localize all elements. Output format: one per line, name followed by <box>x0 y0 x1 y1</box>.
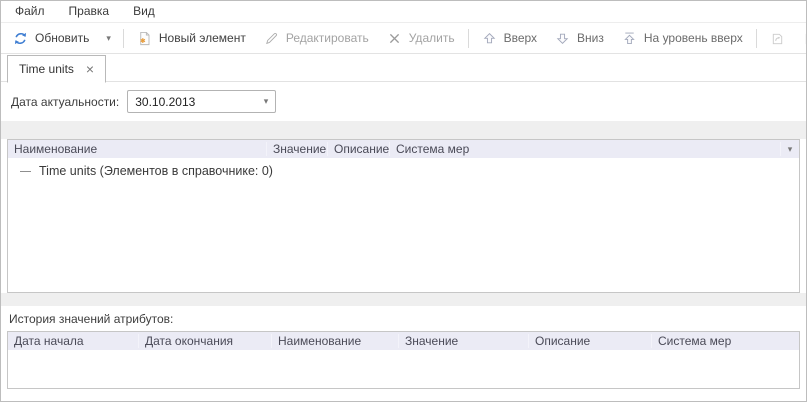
refresh-label: Обновить <box>35 31 89 45</box>
x-icon <box>387 31 402 46</box>
menu-bar: Файл Правка Вид <box>1 1 806 23</box>
tree-row-time-units[interactable]: Time units (Элементов в справочнике: 0) <box>8 158 799 178</box>
refresh-icon <box>13 31 28 46</box>
refresh-button[interactable]: Обновить <box>4 26 98 50</box>
arrow-up-icon <box>482 31 497 46</box>
column-header-measure-system[interactable]: Система мер <box>390 142 781 156</box>
document-arrow-out-icon <box>770 31 785 46</box>
history-grid-header: Дата начала Дата окончания Наименование … <box>8 332 799 350</box>
arrow-up-to-bar-icon <box>622 31 637 46</box>
history-grid-panel: Дата начала Дата окончания Наименование … <box>7 331 800 389</box>
dictionary-grid-header: Наименование Значение Описание Система м… <box>8 140 799 158</box>
arrow-down-icon <box>555 31 570 46</box>
move-down-label: Вниз <box>577 31 604 45</box>
level-up-button[interactable]: На уровень вверх <box>613 26 752 50</box>
document-arrow-in-icon <box>803 31 807 46</box>
toolbar-separator <box>123 29 124 48</box>
move-up-label: Вверх <box>504 31 537 45</box>
tab-label: Time units <box>19 62 74 76</box>
toolbar: Обновить ▾ Новый элемент Редактировать <box>1 23 806 54</box>
level-up-label: На уровень вверх <box>644 31 743 45</box>
column-header-description[interactable]: Описание <box>328 142 390 156</box>
export-button[interactable] <box>761 26 794 50</box>
column-header-end-date[interactable]: Дата окончания <box>139 334 272 348</box>
column-header-value[interactable]: Значение <box>267 142 328 156</box>
toolbar-separator <box>756 29 757 48</box>
import-button[interactable] <box>794 26 807 50</box>
column-header-measure-system[interactable]: Система мер <box>652 334 799 348</box>
delete-button[interactable]: Удалить <box>378 26 464 50</box>
section-spacer <box>1 121 806 139</box>
menu-view[interactable]: Вид <box>121 1 167 22</box>
history-section-label: История значений атрибутов: <box>9 312 173 326</box>
history-label-row: История значений атрибутов: <box>1 306 806 331</box>
menu-edit[interactable]: Правка <box>57 1 122 22</box>
new-item-label: Новый элемент <box>159 31 246 45</box>
move-up-button[interactable]: Вверх <box>473 26 546 50</box>
toolbar-separator <box>468 29 469 48</box>
tab-time-units[interactable]: Time units × <box>7 55 106 83</box>
tree-collapse-icon[interactable] <box>20 171 31 172</box>
actuality-date-row: Дата актуальности: 30.10.2013 ▾ <box>1 82 806 121</box>
edit-label: Редактировать <box>286 31 369 45</box>
new-item-button[interactable]: Новый элемент <box>128 26 255 50</box>
edit-button[interactable]: Редактировать <box>255 26 378 50</box>
column-header-value[interactable]: Значение <box>399 334 529 348</box>
column-header-description[interactable]: Описание <box>529 334 652 348</box>
tab-strip: Time units × <box>1 54 806 82</box>
chevron-down-icon: ▾ <box>106 34 111 43</box>
pencil-icon <box>264 31 279 46</box>
column-header-name[interactable]: Наименование <box>8 142 267 156</box>
actuality-date-value: 30.10.2013 <box>135 95 195 109</box>
move-down-button[interactable]: Вниз <box>546 26 613 50</box>
close-icon[interactable]: × <box>86 62 94 76</box>
column-chooser-button[interactable]: ▾ <box>781 145 799 154</box>
actuality-date-label: Дата актуальности: <box>11 95 119 109</box>
app-window: Файл Правка Вид Обновить ▾ <box>0 0 807 402</box>
delete-label: Удалить <box>409 31 455 45</box>
section-spacer <box>1 293 806 306</box>
chevron-down-icon: ▾ <box>264 97 269 106</box>
dictionary-grid-panel: Наименование Значение Описание Система м… <box>7 139 800 293</box>
tree-row-label: Time units (Элементов в справочнике: 0) <box>39 164 273 178</box>
new-document-star-icon <box>137 31 152 46</box>
tab-strip-divider <box>1 81 806 82</box>
column-header-start-date[interactable]: Дата начала <box>8 334 139 348</box>
column-header-name[interactable]: Наименование <box>272 334 399 348</box>
actuality-date-combobox[interactable]: 30.10.2013 ▾ <box>127 90 276 113</box>
menu-file[interactable]: Файл <box>3 1 57 22</box>
refresh-dropdown-button[interactable]: ▾ <box>98 26 119 50</box>
